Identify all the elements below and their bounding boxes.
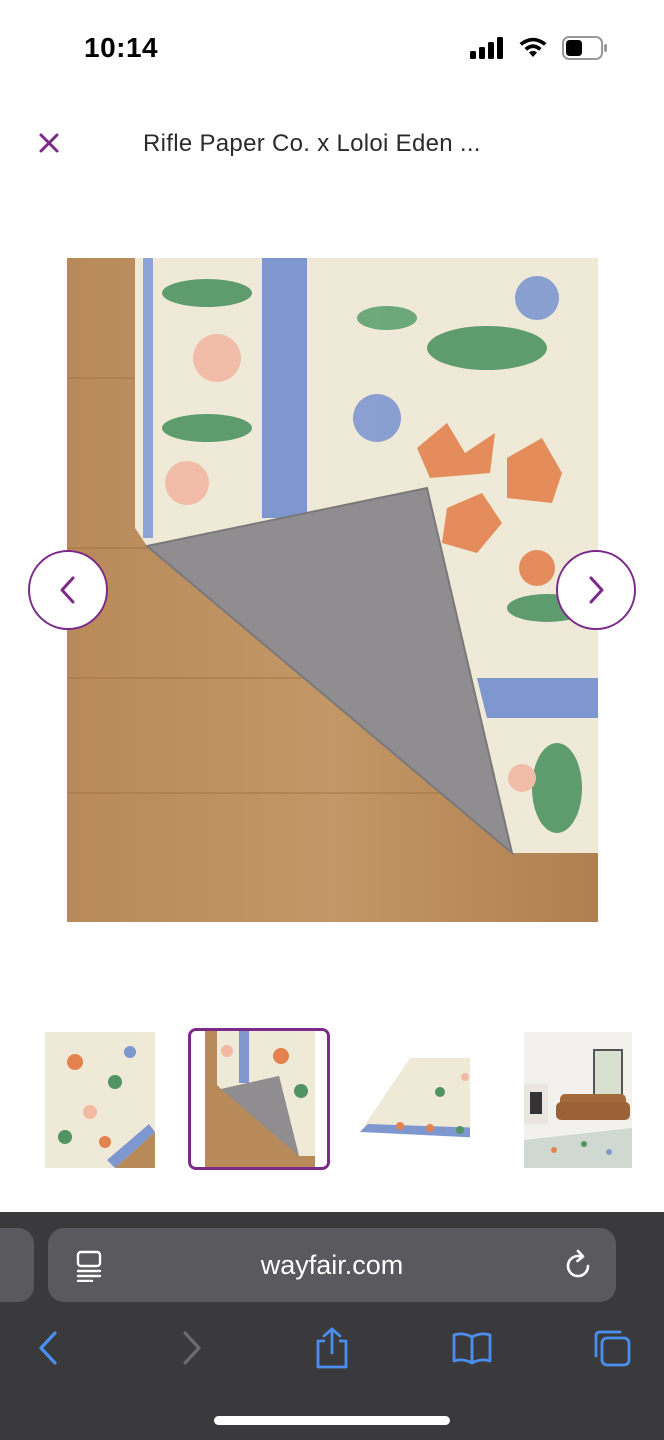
home-indicator (214, 1416, 450, 1425)
thumbnail-strip (0, 1028, 664, 1174)
thumbnail-1[interactable] (45, 1032, 155, 1168)
thumbnail-rug-flat-image (360, 1032, 470, 1168)
thumbnail-4[interactable] (524, 1032, 634, 1168)
next-image-button[interactable] (556, 550, 636, 630)
thumbnail-room-scene-image (524, 1032, 632, 1168)
rug-corner-image (67, 258, 598, 922)
status-bar: 10:14 (0, 0, 664, 100)
share-icon (316, 1327, 348, 1369)
cellular-signal-icon (470, 37, 503, 59)
tabs-button[interactable] (590, 1326, 634, 1370)
forward-button[interactable] (170, 1326, 214, 1370)
browser-bottom-bar: wayfair.com (0, 1212, 664, 1440)
url-text: wayfair.com (260, 1250, 404, 1280)
thumbnail-rug-fold-image (191, 1031, 327, 1167)
share-button[interactable] (310, 1326, 354, 1370)
previous-tab-preview[interactable] (0, 1228, 34, 1302)
chevron-left-icon (60, 576, 75, 604)
forward-arrow-icon (183, 1331, 201, 1365)
status-time: 10:14 (84, 32, 159, 63)
page-header: Rifle Paper Co. x Loloi Eden ... (0, 110, 664, 180)
previous-image-button[interactable] (28, 550, 108, 630)
battery-icon (562, 36, 607, 60)
thumbnail-rug-angle-image (45, 1032, 155, 1168)
tabs-icon (594, 1330, 631, 1367)
back-arrow-icon (39, 1331, 57, 1365)
status-icons (470, 36, 608, 60)
bookmarks-icon (452, 1332, 492, 1365)
reload-icon (566, 1249, 590, 1278)
page-title: Rifle Paper Co. x Loloi Eden ... (143, 130, 481, 157)
reload-button[interactable] (564, 1248, 594, 1285)
product-main-image[interactable] (67, 258, 598, 922)
wifi-icon (519, 37, 547, 57)
chevron-right-icon (589, 576, 604, 604)
thumbnail-3[interactable] (360, 1032, 470, 1168)
browser-toolbar (0, 1318, 664, 1378)
thumbnail-2-selected[interactable] (188, 1028, 330, 1170)
close-icon (39, 133, 59, 153)
close-button[interactable] (30, 124, 68, 162)
address-bar[interactable]: wayfair.com (48, 1228, 616, 1302)
back-button[interactable] (26, 1326, 70, 1370)
bookmarks-button[interactable] (450, 1326, 494, 1370)
